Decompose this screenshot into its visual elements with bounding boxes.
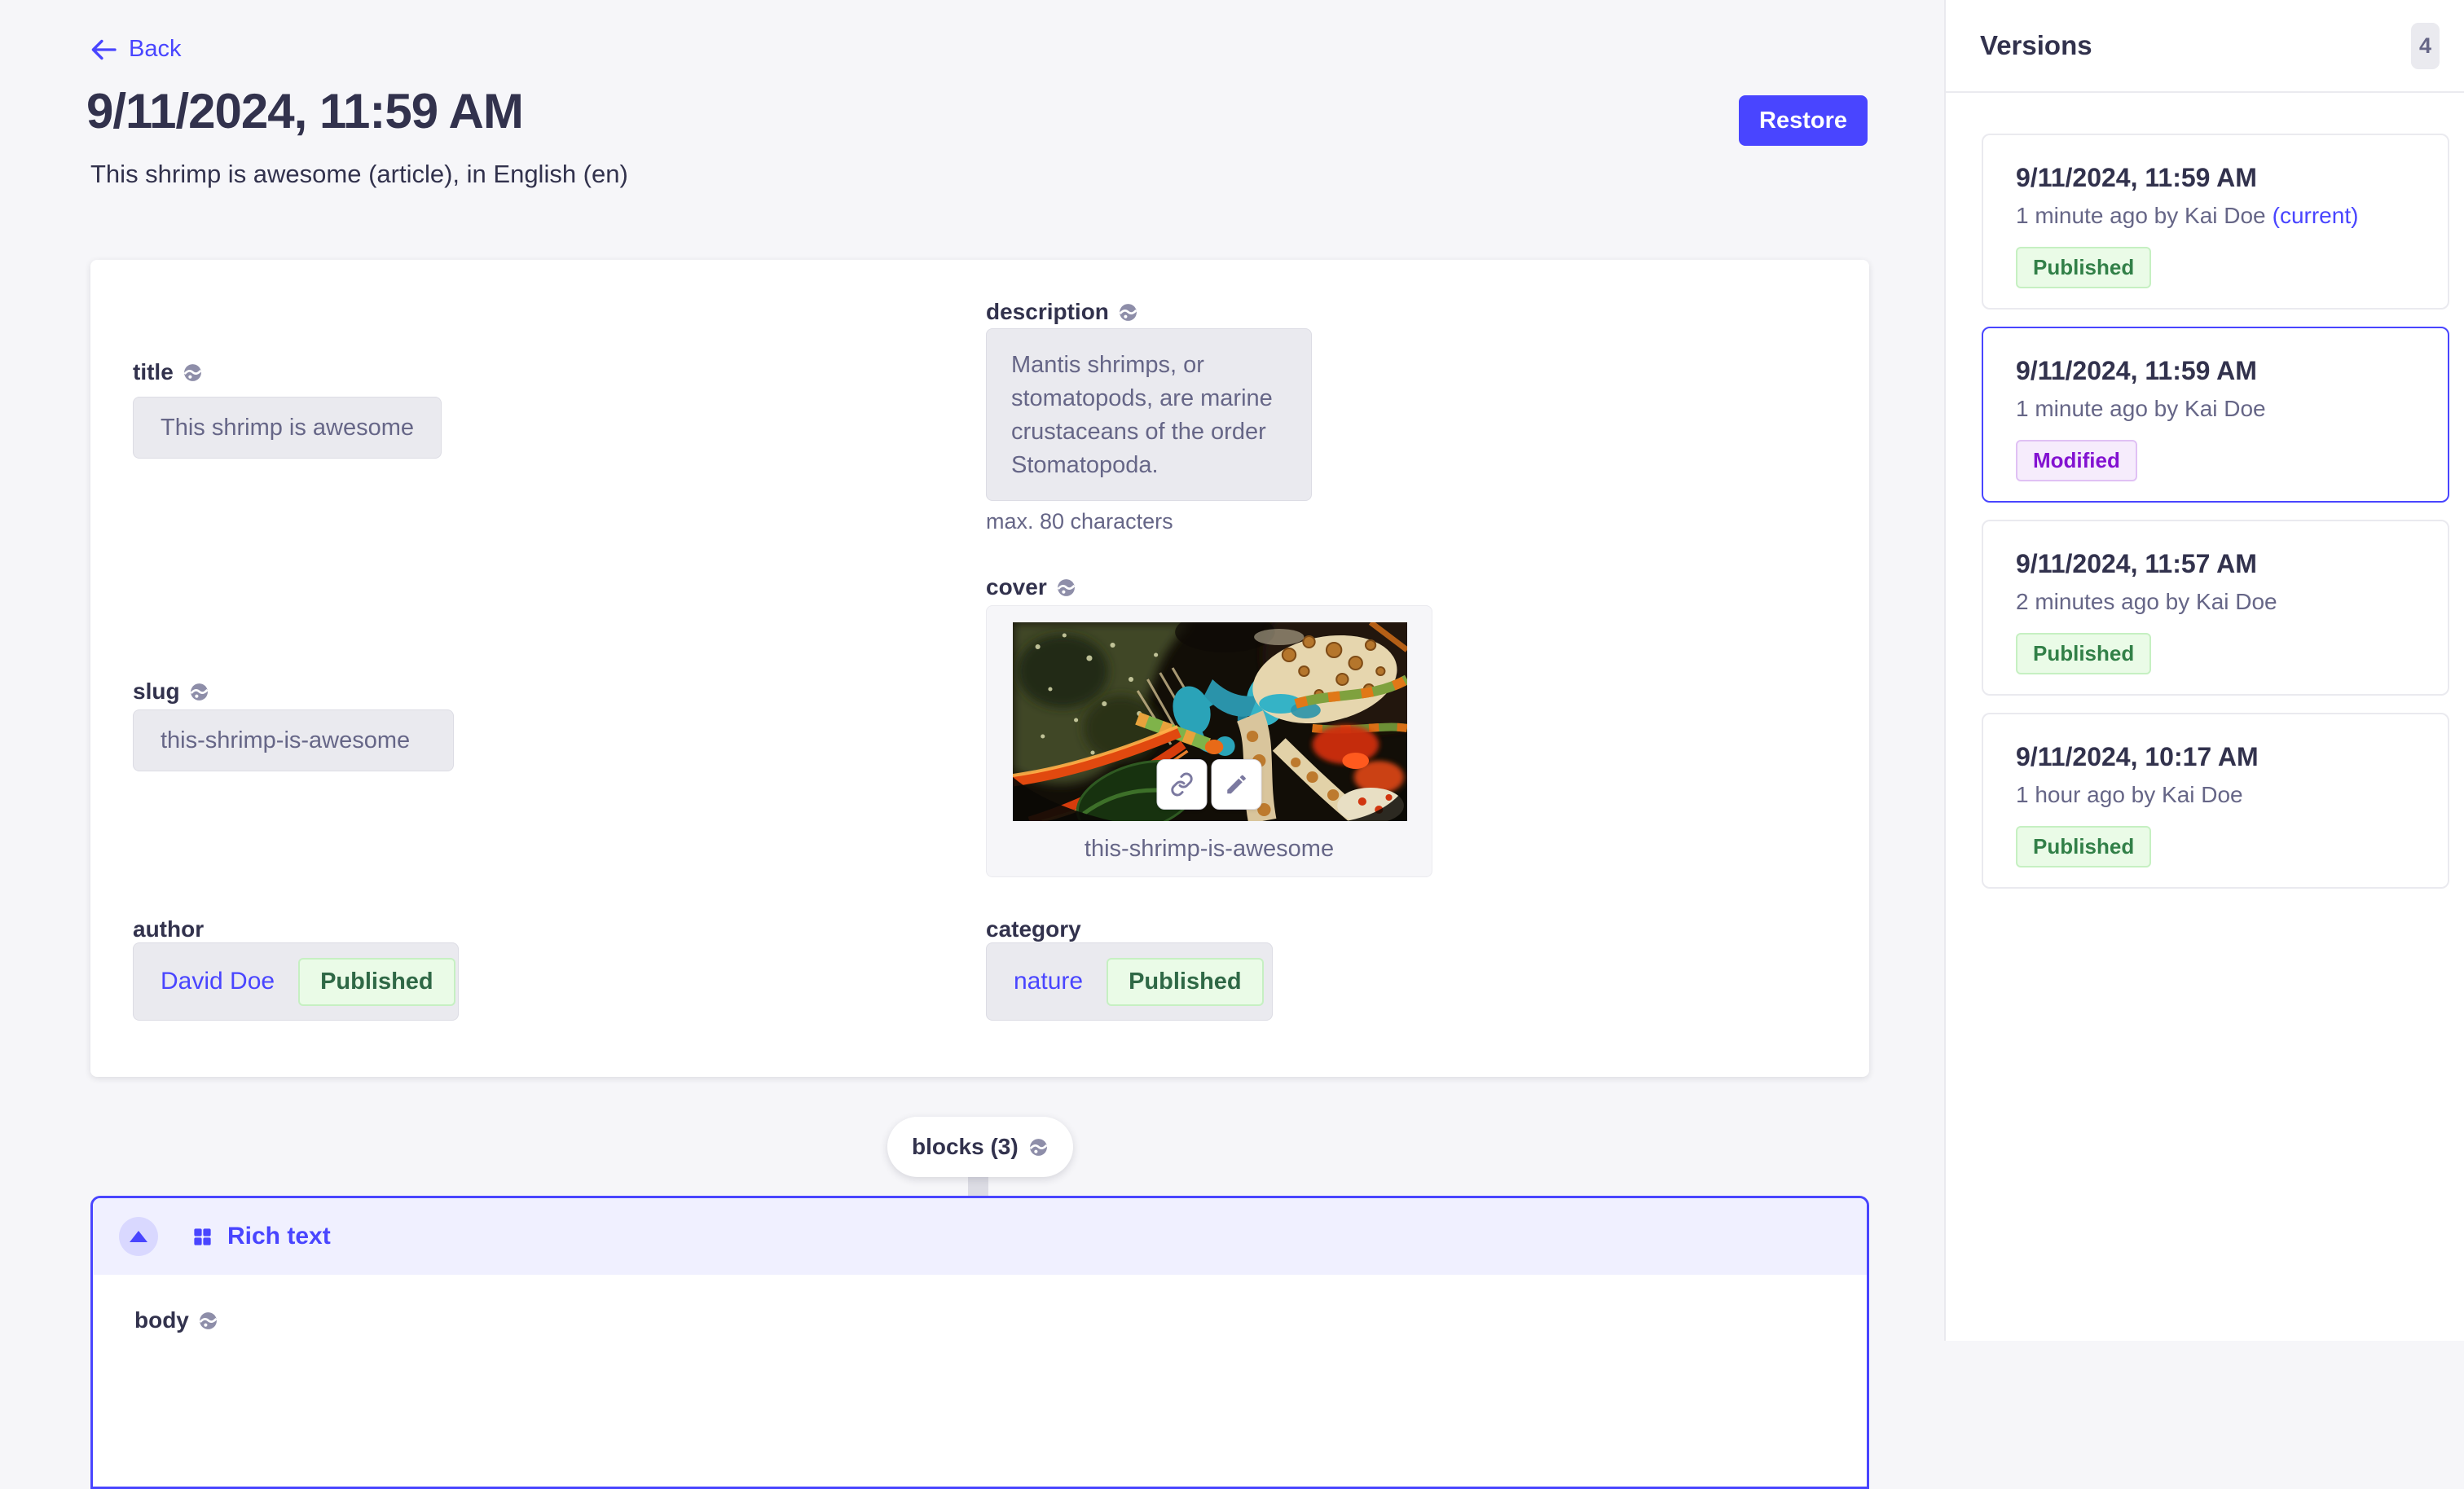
description-hint: max. 80 characters	[986, 509, 1173, 534]
cover-label-text: cover	[986, 574, 1047, 600]
version-meta-text: 1 hour ago by Kai Doe	[2016, 782, 2243, 807]
globe-icon	[198, 1311, 218, 1331]
versions-count-badge: 4	[2411, 23, 2440, 69]
cover-edit-button[interactable]	[1212, 759, 1262, 810]
version-meta-text: 1 minute ago by Kai Doe	[2016, 396, 2266, 421]
version-date: 9/11/2024, 10:17 AM	[2016, 741, 2415, 772]
main-content: Back 9/11/2024, 11:59 AM This shrimp is …	[0, 0, 1944, 1341]
version-meta: 1 hour ago by Kai Doe	[2016, 780, 2415, 810]
version-card[interactable]: 9/11/2024, 11:59 AM 1 minute ago by Kai …	[1982, 134, 2449, 310]
blocks-field-pill: blocks (3)	[887, 1117, 1073, 1177]
version-meta: 2 minutes ago by Kai Doe	[2016, 587, 2415, 617]
version-date: 9/11/2024, 11:57 AM	[2016, 548, 2415, 579]
collapse-toggle-button[interactable]	[119, 1217, 158, 1256]
body-label-text: body	[134, 1307, 189, 1333]
slug-field-label: slug	[133, 679, 209, 705]
title-label-text: title	[133, 359, 174, 385]
globe-icon	[1028, 1137, 1049, 1157]
author-field-label: author	[133, 916, 204, 942]
version-date: 9/11/2024, 11:59 AM	[2016, 355, 2415, 386]
globe-icon	[1056, 578, 1076, 598]
version-card-selected[interactable]: 9/11/2024, 11:59 AM 1 minute ago by Kai …	[1982, 327, 2449, 503]
version-status-badge: Published	[2016, 247, 2151, 288]
versions-header: Versions 4	[1946, 0, 2464, 93]
category-relation-box: nature Published	[986, 942, 1273, 1021]
title-input: This shrimp is awesome	[133, 397, 442, 459]
page-title: 9/11/2024, 11:59 AM	[86, 83, 523, 139]
version-card[interactable]: 9/11/2024, 10:17 AM 1 hour ago by Kai Do…	[1982, 713, 2449, 889]
version-meta: 1 minute ago by Kai Doe	[2016, 394, 2415, 424]
version-status-badge: Modified	[2016, 440, 2137, 481]
component-grid-icon	[191, 1226, 213, 1248]
rich-text-component-block: Rich text body	[90, 1196, 1869, 1489]
form-preview-card: title This shrimp is awesome description…	[90, 260, 1869, 1077]
author-relation-box: David Doe Published	[133, 942, 459, 1021]
version-status-badge: Published	[2016, 633, 2151, 674]
restore-button[interactable]: Restore	[1739, 95, 1868, 146]
cover-caption: this-shrimp-is-awesome	[987, 836, 1432, 863]
slug-label-text: slug	[133, 679, 180, 705]
back-link[interactable]: Back	[90, 36, 181, 63]
author-relation-link[interactable]: David Doe	[161, 968, 275, 995]
globe-icon	[189, 682, 209, 702]
category-label-text: category	[986, 916, 1081, 942]
version-status-badge: Published	[2016, 826, 2151, 867]
version-date: 9/11/2024, 11:59 AM	[2016, 162, 2415, 193]
arrow-left-icon	[90, 38, 117, 61]
version-meta-text: 1 minute ago by Kai Doe	[2016, 203, 2266, 228]
rich-text-component-body: body	[93, 1275, 1867, 1333]
description-textarea: Mantis shrimps, or stomatopods, are mari…	[986, 328, 1312, 501]
cover-media-card: this-shrimp-is-awesome	[986, 605, 1432, 877]
link-icon	[1170, 772, 1195, 797]
rich-text-component-header[interactable]: Rich text	[93, 1198, 1867, 1275]
versions-sidebar: Versions 4 9/11/2024, 11:59 AM 1 minute …	[1944, 0, 2464, 1341]
globe-icon	[183, 362, 203, 383]
category-field-label: category	[986, 916, 1081, 942]
cover-actions	[1157, 759, 1262, 810]
version-current-label: (current)	[2273, 203, 2359, 228]
description-field-label: description	[986, 299, 1138, 325]
version-card[interactable]: 9/11/2024, 11:57 AM 2 minutes ago by Kai…	[1982, 520, 2449, 696]
author-label-text: author	[133, 916, 204, 942]
page-subtitle: This shrimp is awesome (article), in Eng…	[90, 160, 628, 189]
component-name: Rich text	[227, 1223, 331, 1250]
versions-title: Versions	[1980, 30, 2092, 61]
category-status-badge: Published	[1107, 958, 1264, 1006]
category-relation-link[interactable]: nature	[1014, 968, 1083, 995]
back-label: Back	[129, 36, 181, 63]
cover-link-button[interactable]	[1157, 759, 1208, 810]
description-label-text: description	[986, 299, 1109, 325]
body-field-label: body	[134, 1307, 1867, 1333]
author-status-badge: Published	[298, 958, 455, 1006]
caret-up-icon	[130, 1231, 147, 1242]
blocks-pill-label: blocks (3)	[912, 1134, 1019, 1160]
slug-input: this-shrimp-is-awesome	[133, 709, 454, 771]
title-field-label: title	[133, 359, 203, 385]
version-meta-text: 2 minutes ago by Kai Doe	[2016, 589, 2277, 614]
version-meta: 1 minute ago by Kai Doe (current)	[2016, 201, 2415, 231]
pencil-icon	[1225, 772, 1249, 797]
globe-icon	[1118, 302, 1138, 323]
cover-field-label: cover	[986, 574, 1076, 600]
versions-list: 9/11/2024, 11:59 AM 1 minute ago by Kai …	[1946, 93, 2464, 889]
